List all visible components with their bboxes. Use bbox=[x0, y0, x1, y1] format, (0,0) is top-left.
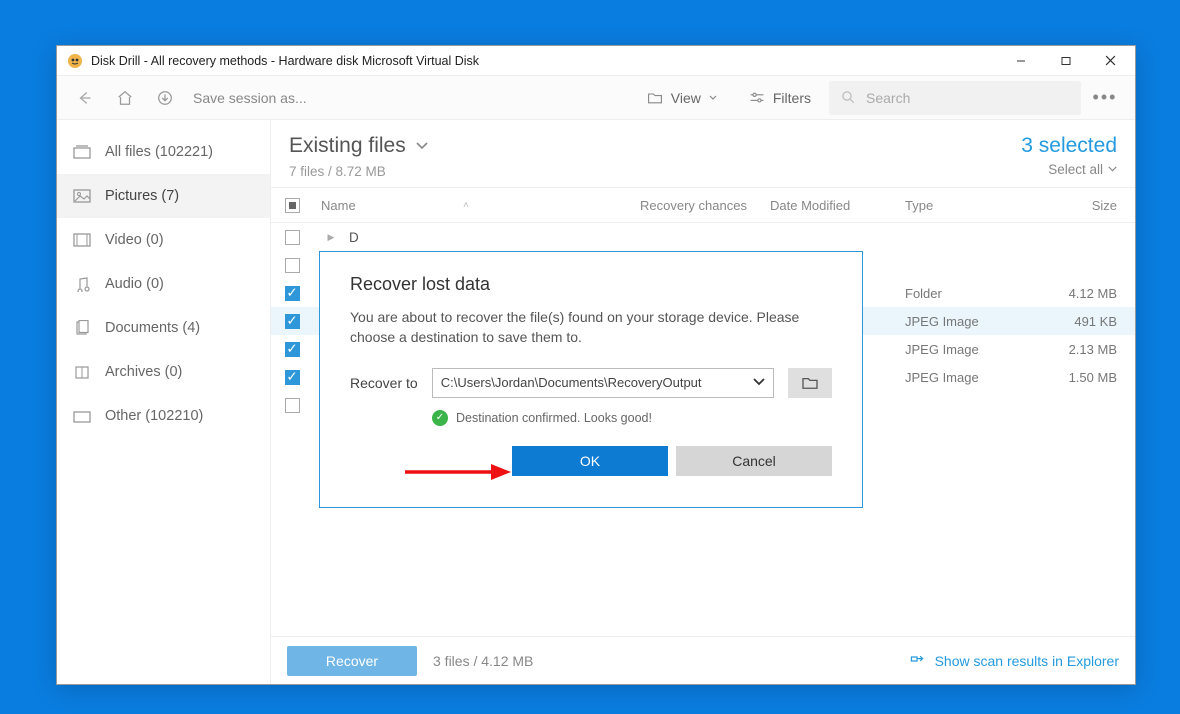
sidebar-item-documents[interactable]: Documents (4) bbox=[57, 306, 270, 350]
sidebar-item-archives[interactable]: Archives (0) bbox=[57, 350, 270, 394]
destination-dropdown[interactable]: C:\Users\Jordan\Documents\RecoveryOutput bbox=[432, 368, 774, 398]
content-title[interactable]: Existing files bbox=[289, 134, 1021, 158]
export-icon bbox=[909, 654, 925, 668]
show-in-explorer-link[interactable]: Show scan results in Explorer bbox=[909, 653, 1119, 669]
titlebar: Disk Drill - All recovery methods - Hard… bbox=[57, 46, 1135, 76]
film-icon bbox=[73, 231, 91, 249]
content-subtitle: 7 files / 8.72 MB bbox=[289, 164, 1021, 179]
sidebar-item-all-files[interactable]: All files (102221) bbox=[57, 130, 270, 174]
chevron-down-icon bbox=[753, 378, 765, 387]
select-all-button[interactable]: Select all bbox=[1048, 162, 1117, 177]
music-icon bbox=[73, 275, 91, 293]
save-session-icon[interactable] bbox=[147, 80, 183, 116]
sidebar: All files (102221) Pictures (7) Video (0… bbox=[57, 120, 271, 684]
row-checkbox[interactable] bbox=[285, 258, 300, 273]
window-maximize-button[interactable] bbox=[1043, 46, 1088, 76]
row-checkbox[interactable]: ✓ bbox=[285, 286, 300, 301]
back-button[interactable] bbox=[67, 80, 103, 116]
dialog-title: Recover lost data bbox=[350, 274, 832, 295]
chevron-down-icon bbox=[709, 95, 717, 101]
destination-confirmed: ✓ Destination confirmed. Looks good! bbox=[432, 410, 832, 426]
dialog-body: You are about to recover the file(s) fou… bbox=[350, 307, 832, 348]
row-checkbox[interactable]: ✓ bbox=[285, 370, 300, 385]
chevron-down-icon bbox=[416, 142, 428, 151]
sliders-icon bbox=[749, 91, 765, 105]
sidebar-item-other[interactable]: Other (102210) bbox=[57, 394, 270, 438]
col-size[interactable]: Size bbox=[1025, 198, 1135, 213]
browse-button[interactable] bbox=[788, 368, 832, 398]
window-close-button[interactable] bbox=[1088, 46, 1133, 76]
col-name[interactable]: Name˄ bbox=[313, 198, 640, 213]
search-icon bbox=[841, 90, 856, 105]
ok-button[interactable]: OK bbox=[512, 446, 668, 476]
check-circle-icon: ✓ bbox=[432, 410, 448, 426]
sidebar-item-pictures[interactable]: Pictures (7) bbox=[57, 174, 270, 218]
sidebar-item-video[interactable]: Video (0) bbox=[57, 218, 270, 262]
sort-up-icon: ˄ bbox=[463, 200, 469, 211]
window-minimize-button[interactable] bbox=[998, 46, 1043, 76]
recover-button[interactable]: Recover bbox=[287, 646, 417, 676]
more-button[interactable]: ••• bbox=[1085, 87, 1125, 108]
cancel-button[interactable]: Cancel bbox=[676, 446, 832, 476]
col-chance[interactable]: Recovery chances bbox=[640, 198, 770, 213]
stack-icon bbox=[73, 143, 91, 161]
footer: Recover 3 files / 4.12 MB Show scan resu… bbox=[271, 636, 1135, 684]
archive-icon bbox=[73, 363, 91, 381]
docs-icon bbox=[73, 319, 91, 337]
filters-button[interactable]: Filters bbox=[735, 80, 825, 116]
toolbar: Save session as... View Filters Search •… bbox=[57, 76, 1135, 120]
recover-to-label: Recover to bbox=[350, 375, 418, 391]
chevron-right-icon[interactable]: ▶ bbox=[321, 232, 341, 243]
recover-dialog: Recover lost data You are about to recov… bbox=[319, 251, 863, 508]
table-row[interactable]: ▶D bbox=[271, 223, 1135, 251]
folder-icon bbox=[647, 91, 663, 105]
chevron-down-icon bbox=[1108, 166, 1117, 173]
col-date[interactable]: Date Modified bbox=[770, 198, 905, 213]
row-checkbox[interactable] bbox=[285, 398, 300, 413]
app-icon bbox=[67, 53, 83, 69]
row-checkbox[interactable]: ✓ bbox=[285, 342, 300, 357]
selected-count: 3 selected bbox=[1021, 134, 1117, 158]
table-header: Name˄ Recovery chances Date Modified Typ… bbox=[271, 187, 1135, 223]
row-checkbox[interactable]: ✓ bbox=[285, 314, 300, 329]
footer-summary: 3 files / 4.12 MB bbox=[433, 653, 533, 669]
search-input[interactable]: Search bbox=[829, 81, 1081, 115]
col-type[interactable]: Type bbox=[905, 198, 1025, 213]
sidebar-item-audio[interactable]: Audio (0) bbox=[57, 262, 270, 306]
row-checkbox[interactable] bbox=[285, 230, 300, 245]
home-button[interactable] bbox=[107, 80, 143, 116]
image-icon bbox=[73, 187, 91, 205]
folder-icon bbox=[801, 376, 819, 390]
save-session-label[interactable]: Save session as... bbox=[193, 90, 307, 106]
other-icon bbox=[73, 407, 91, 425]
view-dropdown[interactable]: View bbox=[633, 80, 731, 116]
window-title: Disk Drill - All recovery methods - Hard… bbox=[91, 54, 998, 68]
header-checkbox[interactable] bbox=[285, 198, 300, 213]
